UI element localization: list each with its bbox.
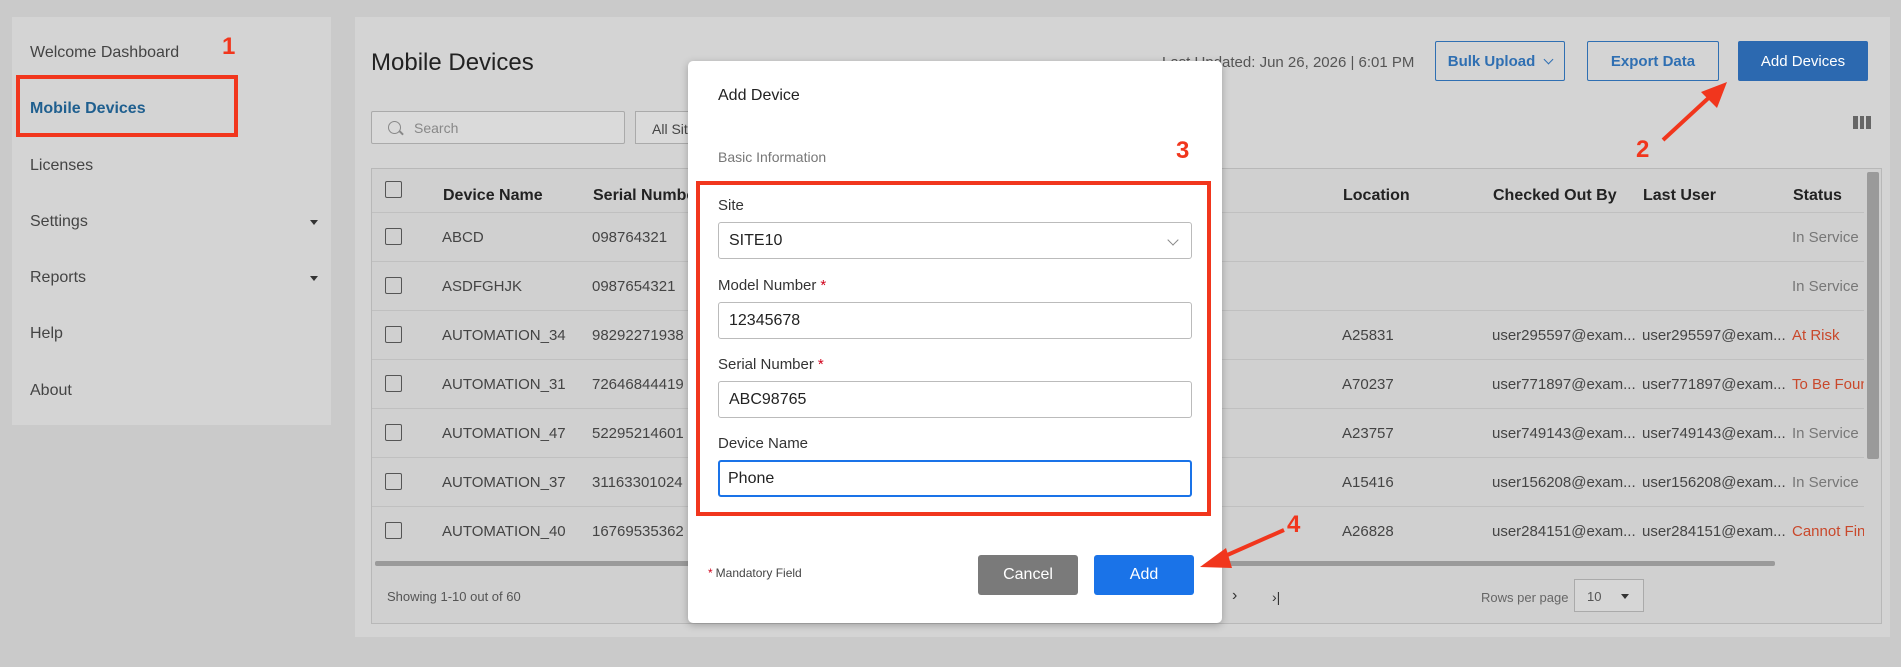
annotation-arrow-2 bbox=[1661, 82, 1727, 142]
serial-cell: 098764321 bbox=[592, 229, 668, 246]
column-header-serial-number[interactable]: Serial Number bbox=[593, 187, 701, 205]
column-header-status[interactable]: Status bbox=[1793, 187, 1842, 205]
row-checkbox[interactable] bbox=[385, 522, 402, 539]
bulk-upload-button[interactable]: Bulk Upload bbox=[1435, 41, 1565, 81]
checked-out-cell: user284151@exam... bbox=[1492, 523, 1636, 540]
status-badge: In Service bbox=[1792, 229, 1859, 246]
serial-cell: 52295214601 bbox=[592, 425, 684, 442]
sidebar-item-licenses[interactable]: Licenses bbox=[30, 157, 93, 175]
serial-cell: 98292271938 bbox=[592, 327, 684, 344]
device-name-cell: ABCD bbox=[442, 229, 484, 246]
last-user-cell: user156208@exam... bbox=[1642, 474, 1786, 491]
add-devices-button[interactable]: Add Devices bbox=[1738, 41, 1868, 81]
sidebar-item-about[interactable]: About bbox=[30, 382, 72, 400]
location-cell: A26828 bbox=[1342, 523, 1394, 540]
page-title: Mobile Devices bbox=[371, 49, 534, 76]
site-filter[interactable]: All Sites bbox=[635, 111, 695, 144]
serial-cell: 16769535362 bbox=[592, 523, 684, 540]
cancel-button[interactable]: Cancel bbox=[978, 555, 1078, 595]
row-checkbox[interactable] bbox=[385, 277, 402, 294]
settings-caret-icon[interactable] bbox=[310, 220, 318, 225]
column-header-checked-out-by[interactable]: Checked Out By bbox=[1493, 187, 1617, 205]
row-checkbox[interactable] bbox=[385, 375, 402, 392]
chevron-down-icon bbox=[1543, 54, 1554, 64]
last-user-cell: user771897@exam... bbox=[1642, 376, 1786, 393]
device-name-cell: AUTOMATION_47 bbox=[442, 425, 566, 442]
bulk-upload-label: Bulk Upload bbox=[1447, 52, 1536, 70]
row-checkbox[interactable] bbox=[385, 326, 402, 343]
location-cell: A70237 bbox=[1342, 376, 1394, 393]
location-cell: A15416 bbox=[1342, 474, 1394, 491]
status-badge: Cannot Find bbox=[1792, 523, 1864, 540]
annotation-number-2: 2 bbox=[1636, 136, 1650, 163]
column-header-location[interactable]: Location bbox=[1343, 187, 1410, 205]
device-name-cell: AUTOMATION_31 bbox=[442, 376, 566, 393]
sidebar-item-help[interactable]: Help bbox=[30, 325, 63, 343]
reports-caret-icon[interactable] bbox=[310, 276, 318, 281]
device-name-cell: AUTOMATION_40 bbox=[442, 523, 566, 540]
columns-icon[interactable] bbox=[1853, 116, 1872, 129]
modal-title: Add Device bbox=[718, 87, 800, 104]
device-name-cell: ASDFGHJK bbox=[442, 278, 523, 295]
serial-cell: 0987654321 bbox=[592, 278, 676, 295]
status-badge: In Service bbox=[1792, 425, 1859, 442]
location-cell: A23757 bbox=[1342, 425, 1394, 442]
rows-per-page-label: Rows per page bbox=[1481, 590, 1569, 605]
serial-cell: 31163301024 bbox=[592, 474, 683, 491]
row-checkbox[interactable] bbox=[385, 228, 402, 245]
location-cell: A25831 bbox=[1342, 327, 1394, 344]
status-badge: In Service bbox=[1792, 474, 1859, 491]
last-user-cell: user295597@exam... bbox=[1642, 327, 1786, 344]
annotation-box-3 bbox=[696, 181, 1211, 516]
export-data-button[interactable]: Export Data bbox=[1587, 41, 1719, 81]
sidebar-item-settings[interactable]: Settings bbox=[30, 213, 88, 231]
checked-out-cell: user749143@exam... bbox=[1492, 425, 1636, 442]
column-header-last-user[interactable]: Last User bbox=[1643, 187, 1716, 205]
last-user-cell: user284151@exam... bbox=[1642, 523, 1786, 540]
row-checkbox[interactable] bbox=[385, 473, 402, 490]
search-icon bbox=[388, 121, 401, 134]
status-badge: To Be Found bbox=[1792, 376, 1864, 393]
sidebar-item-reports[interactable]: Reports bbox=[30, 269, 86, 287]
add-button[interactable]: Add bbox=[1094, 555, 1194, 595]
annotation-number-3: 3 bbox=[1176, 137, 1190, 164]
last-page-icon[interactable]: ›| bbox=[1272, 589, 1280, 605]
row-checkbox[interactable] bbox=[385, 424, 402, 441]
status-badge: At Risk bbox=[1792, 327, 1840, 344]
mandatory-note: * Mandatory Field bbox=[708, 566, 802, 580]
device-name-cell: AUTOMATION_37 bbox=[442, 474, 566, 491]
next-page-icon[interactable]: › bbox=[1232, 587, 1237, 605]
checked-out-cell: user295597@exam... bbox=[1492, 327, 1636, 344]
vertical-scrollbar[interactable] bbox=[1867, 172, 1879, 459]
pagination-summary: Showing 1-10 out of 60 bbox=[387, 589, 521, 604]
status-badge: In Service bbox=[1792, 278, 1859, 295]
annotation-box-1 bbox=[16, 75, 238, 137]
section-label: Basic Information bbox=[718, 149, 827, 165]
annotation-number-1: 1 bbox=[222, 33, 236, 60]
rows-per-page-select[interactable]: 10 bbox=[1574, 579, 1644, 612]
search-placeholder: Search bbox=[414, 120, 459, 136]
search-input[interactable]: Search bbox=[371, 111, 625, 144]
annotation-arrow-4 bbox=[1200, 528, 1285, 568]
serial-cell: 72646844419 bbox=[592, 376, 684, 393]
select-all-checkbox[interactable] bbox=[385, 181, 402, 198]
sidebar-item-welcome-dashboard[interactable]: Welcome Dashboard bbox=[30, 44, 179, 62]
checked-out-cell: user771897@exam... bbox=[1492, 376, 1636, 393]
last-user-cell: user749143@exam... bbox=[1642, 425, 1786, 442]
checked-out-cell: user156208@exam... bbox=[1492, 474, 1636, 491]
device-name-cell: AUTOMATION_34 bbox=[442, 327, 566, 344]
column-header-device-name[interactable]: Device Name bbox=[443, 187, 543, 205]
